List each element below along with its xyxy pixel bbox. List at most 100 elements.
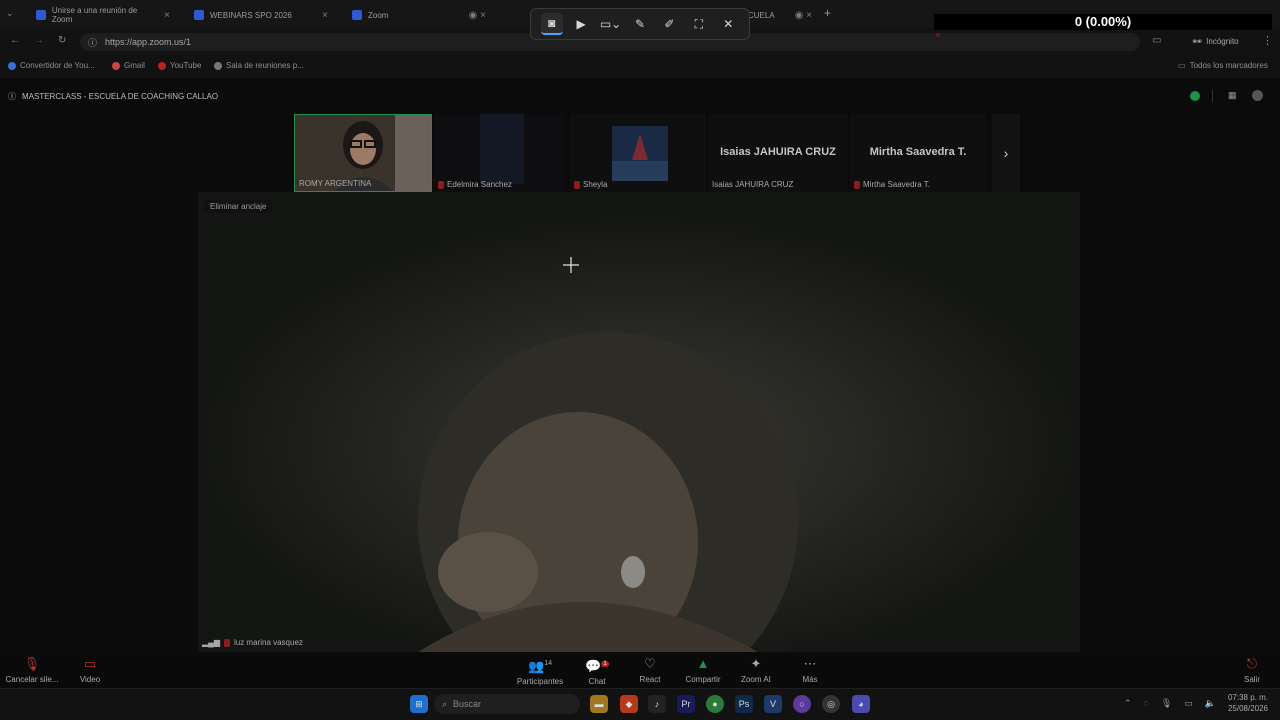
- zoom-favicon-icon: [194, 10, 204, 20]
- active-speaker-label: ▂▄▆ luz marina vasquez: [202, 638, 303, 647]
- sparkle-icon: ✦: [750, 656, 762, 671]
- tiktok-icon[interactable]: ♪: [648, 695, 666, 713]
- screenshot-mode-icon[interactable]: ◙: [540, 13, 563, 35]
- close-tab-icon[interactable]: ◉ ×: [469, 10, 486, 21]
- tab-webinars[interactable]: WEBINARS SPO 2026 ×: [186, 4, 336, 26]
- participant-video-thumbnail: [480, 114, 524, 184]
- system-tray: ⌃ ◌ 🎙 ▭ 🔈: [1124, 698, 1216, 709]
- meeting-controls-bar: 🎙 Cancelar sile... ▭ Video 👥14 Participa…: [0, 654, 1280, 688]
- unmute-button[interactable]: 🎙 Cancelar sile...: [2, 656, 62, 684]
- photoshop-icon[interactable]: Ps: [735, 695, 753, 713]
- rectangle-mode-icon[interactable]: ▭⌄: [600, 13, 622, 35]
- more-button[interactable]: ⋯ Más: [780, 656, 840, 684]
- text-actions-icon[interactable]: ⛶: [688, 13, 710, 35]
- signal-strength-icon: ▂▄▆: [202, 638, 220, 647]
- participant-tile[interactable]: Edelmira Sanchez: [434, 114, 564, 192]
- bookmark-item[interactable]: Convertidor de You...: [8, 61, 95, 70]
- zoom-favicon-icon: [36, 10, 46, 20]
- show-hidden-icons-icon[interactable]: ⌃: [1124, 698, 1132, 709]
- new-tab-button[interactable]: +: [824, 6, 831, 20]
- tray-app-icon[interactable]: ◌: [1144, 698, 1149, 709]
- back-icon[interactable]: ←: [10, 35, 20, 46]
- meeting-info-icon[interactable]: ⓘ: [8, 91, 16, 102]
- mic-muted-icon: [574, 180, 580, 189]
- volume-icon[interactable]: 🔈: [1205, 698, 1216, 709]
- close-tab-icon[interactable]: ◉ ×: [795, 10, 812, 21]
- all-bookmarks[interactable]: ▭ Todos los marcadores: [1178, 61, 1268, 70]
- participants-strip: ROMY ARGENTINA Edelmira Sanchez Sheyla I…: [294, 114, 1020, 192]
- tab-cuela[interactable]: CUELA ◉ ×: [740, 4, 820, 26]
- participant-tile[interactable]: Isaias JAHUIRA CRUZ Isaias JAHUIRA CRUZ: [708, 114, 848, 192]
- leave-icon: ⎋: [1246, 656, 1258, 671]
- participant-name-placeholder: Mirtha Saavedra T.: [869, 146, 967, 158]
- reader-mode-icon[interactable]: ▭: [1152, 35, 1161, 46]
- folder-icon: ▭: [1178, 61, 1186, 70]
- bookmark-item[interactable]: Sala de reuniones p...: [214, 61, 304, 70]
- chat-icon: 💬 1: [585, 658, 609, 674]
- participant-profile-picture: [612, 126, 668, 181]
- bookmark-item[interactable]: Gmail: [112, 61, 145, 70]
- reload-icon[interactable]: ↻: [58, 35, 66, 46]
- bookmark-favicon-icon: [8, 61, 16, 70]
- close-icon[interactable]: ✕: [717, 13, 739, 35]
- participant-tile[interactable]: Mirtha Saavedra T. Mirtha Saavedra T.: [850, 114, 986, 192]
- meeting-title: MASTERCLASS - ESCUELA DE COACHING CALLAO: [22, 91, 219, 101]
- start-menu-icon[interactable]: ⊞: [410, 695, 428, 713]
- share-screen-button[interactable]: ▲ Compartir: [673, 656, 733, 684]
- mic-muted-icon: [854, 180, 860, 189]
- brave-browser-icon[interactable]: ◆: [620, 695, 638, 713]
- visio-icon[interactable]: V: [764, 695, 782, 713]
- app-circle-icon[interactable]: ○: [793, 695, 811, 713]
- taskbar-clock[interactable]: 07:38 p. m. 25/08/2026: [1228, 692, 1268, 714]
- mic-muted-icon: [223, 638, 230, 647]
- participant-name-label: ROMY ARGENTINA: [299, 179, 372, 188]
- zoom-ai-button[interactable]: ✦ Zoom AI: [726, 656, 786, 684]
- tab-list-chevron-icon[interactable]: ⌄: [6, 8, 14, 19]
- participant-tile[interactable]: ROMY ARGENTINA: [294, 114, 432, 192]
- heart-icon: ♡: [644, 656, 656, 671]
- more-icon: ⋯: [803, 656, 817, 671]
- video-off-icon: ▭: [83, 656, 97, 671]
- participant-tile[interactable]: Sheyla: [570, 114, 706, 192]
- discord-icon[interactable]: ◕: [852, 695, 870, 713]
- bookmark-item[interactable]: YouTube: [158, 61, 201, 70]
- edit-image-icon[interactable]: ✎: [629, 13, 651, 35]
- chrome-alt-icon[interactable]: ◎: [822, 695, 840, 713]
- menu-icon[interactable]: ⋮: [1262, 34, 1273, 47]
- file-explorer-icon[interactable]: ▬: [590, 695, 608, 713]
- start-video-button[interactable]: ▭ Video: [60, 656, 120, 684]
- participant-name-label: Sheyla: [574, 180, 607, 189]
- status-dot: [936, 33, 940, 37]
- microphone-icon[interactable]: 🎙: [1161, 698, 1172, 709]
- unpin-video-button[interactable]: Eliminar anclaje: [204, 200, 273, 213]
- view-grid-icon[interactable]: ▦: [1228, 90, 1237, 101]
- chat-button[interactable]: 💬 1 Chat: [567, 656, 627, 686]
- gmail-icon: [112, 61, 120, 70]
- bookmarks-bar: Convertidor de You... Gmail YouTube Sala…: [0, 56, 1280, 78]
- user-avatar-icon[interactable]: [1252, 90, 1263, 101]
- chrome-icon[interactable]: ●: [706, 695, 724, 713]
- snipping-toolbar: ◙ ▶ ▭⌄ ✎ ✐ ⛶ ✕: [530, 8, 750, 40]
- participant-name-label: Isaias JAHUIRA CRUZ: [712, 180, 794, 189]
- premiere-icon[interactable]: Pr: [677, 695, 695, 713]
- close-tab-icon[interactable]: ×: [164, 10, 170, 21]
- react-button[interactable]: ♡ React: [620, 656, 680, 684]
- encryption-shield-icon[interactable]: [1190, 91, 1200, 101]
- tab-zoom-join[interactable]: Unirse a una reunión de Zoom ×: [28, 4, 178, 26]
- incognito-indicator[interactable]: 🕶 Incógnito: [1192, 37, 1239, 46]
- participants-icon: 👥14: [528, 658, 552, 674]
- pen-icon[interactable]: ✐: [658, 13, 680, 35]
- participants-button[interactable]: 👥14 Participantes: [510, 656, 570, 686]
- leave-button[interactable]: ⎋ Salir: [1222, 656, 1280, 684]
- next-page-chevron-icon[interactable]: ›: [992, 114, 1020, 192]
- record-video-icon[interactable]: ▶: [570, 13, 592, 35]
- site-info-icon[interactable]: ⓘ: [88, 36, 97, 49]
- tab-zoom[interactable]: Zoom ◉ ×: [344, 4, 494, 26]
- forward-icon[interactable]: →: [34, 35, 44, 46]
- close-tab-icon[interactable]: ×: [322, 10, 328, 21]
- taskbar-search[interactable]: ⌕ Buscar: [434, 694, 580, 714]
- display-icon[interactable]: ▭: [1184, 698, 1193, 709]
- stats-overlay: 0 (0.00%): [934, 14, 1272, 30]
- globe-icon: [214, 61, 222, 70]
- participant-name-label: Mirtha Saavedra T.: [854, 180, 930, 189]
